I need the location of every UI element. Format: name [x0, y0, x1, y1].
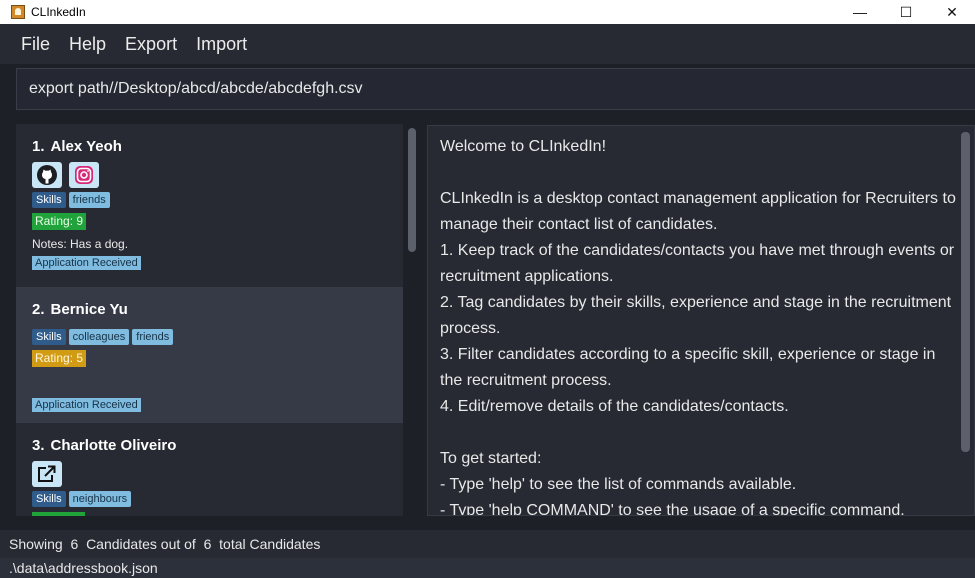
window-controls: — ☐ ✕ — [837, 0, 975, 24]
save-location-footer: .\data\addressbook.json — [0, 558, 975, 578]
candidate-notes — [32, 374, 403, 388]
minimize-button[interactable]: — — [837, 0, 883, 24]
maximize-button[interactable]: ☐ — [883, 0, 929, 24]
close-button[interactable]: ✕ — [929, 0, 975, 24]
candidate-index: 1. — [32, 138, 45, 155]
github-icon[interactable] — [32, 162, 62, 188]
stage-badge: Application Received — [32, 256, 141, 270]
candidate-name-row: 2. Bernice Yu — [32, 301, 403, 319]
candidate-name: Alex Yeoh — [50, 138, 122, 155]
candidate-card[interactable]: 2. Bernice Yu Skills colleagues friends R… — [16, 287, 403, 423]
candidate-name-row: 1. Alex Yeoh — [32, 138, 403, 156]
tag: colleagues — [68, 329, 130, 345]
menu-help[interactable]: Help — [69, 34, 106, 55]
rating-badge: Rating: 5 — [32, 350, 87, 367]
total-count: 6 — [203, 536, 212, 552]
candidate-card[interactable]: 3. Charlotte Oliveiro Skills neighbours — [16, 423, 403, 516]
candidate-index: 3. — [32, 437, 45, 454]
result-text: Welcome to CLInkedIn! CLInkedIn is a des… — [440, 138, 956, 516]
shown-count: 6 — [70, 536, 79, 552]
tag-list: Skills colleagues friends — [32, 329, 403, 346]
tag-list: Skills neighbours — [32, 491, 403, 508]
list-scrollbar-thumb[interactable] — [408, 128, 416, 252]
instagram-icon[interactable] — [69, 162, 99, 188]
stage-badge: Application Received — [32, 398, 141, 412]
skills-tag: Skills — [32, 491, 66, 507]
tag: friends — [68, 192, 110, 208]
status-suffix: total Candidates — [219, 536, 321, 552]
command-input[interactable]: export path//Desktop/abcd/abcde/abcdefgh… — [16, 68, 975, 110]
candidate-index: 2. — [32, 301, 45, 318]
skills-tag: Skills — [32, 329, 66, 345]
status-prefix: Showing — [9, 536, 63, 552]
tag: friends — [132, 329, 174, 345]
social-links — [32, 162, 403, 188]
result-display[interactable]: Welcome to CLInkedIn! CLInkedIn is a des… — [427, 125, 975, 516]
menu-export[interactable]: Export — [125, 34, 177, 55]
rating-badge — [32, 512, 85, 516]
skills-tag: Skills — [32, 192, 66, 208]
app-logo-icon — [11, 5, 25, 19]
social-links — [32, 461, 403, 487]
candidate-card[interactable]: 1. Alex Yeoh Skills friends Rating: 9 No… — [16, 124, 403, 287]
menu-import[interactable]: Import — [196, 34, 247, 55]
candidate-name: Charlotte Oliveiro — [50, 437, 177, 454]
candidate-name: Bernice Yu — [50, 301, 128, 318]
rating-badge: Rating: 9 — [32, 213, 87, 230]
window-title: CLInkedIn — [31, 5, 86, 19]
candidate-list[interactable]: 1. Alex Yeoh Skills friends Rating: 9 No… — [16, 124, 403, 516]
tag-list: Skills friends — [32, 192, 403, 209]
command-area: export path//Desktop/abcd/abcde/abcdefgh… — [0, 64, 975, 116]
status-middle: Candidates out of — [86, 536, 196, 552]
title-bar: CLInkedIn — ☐ ✕ — [0, 0, 975, 24]
status-bar: Showing 6 Candidates out of 6 total Cand… — [0, 530, 975, 558]
menu-bar: File Help Export Import — [0, 24, 975, 64]
candidate-name-row: 3. Charlotte Oliveiro — [32, 437, 403, 455]
result-scrollbar-thumb[interactable] — [961, 132, 970, 452]
external-link-icon[interactable] — [32, 461, 62, 487]
tag: neighbours — [68, 491, 132, 507]
candidate-notes: Notes: Has a dog. — [32, 237, 129, 251]
menu-file[interactable]: File — [21, 34, 50, 55]
candidate-list-panel: 1. Alex Yeoh Skills friends Rating: 9 No… — [6, 118, 421, 516]
